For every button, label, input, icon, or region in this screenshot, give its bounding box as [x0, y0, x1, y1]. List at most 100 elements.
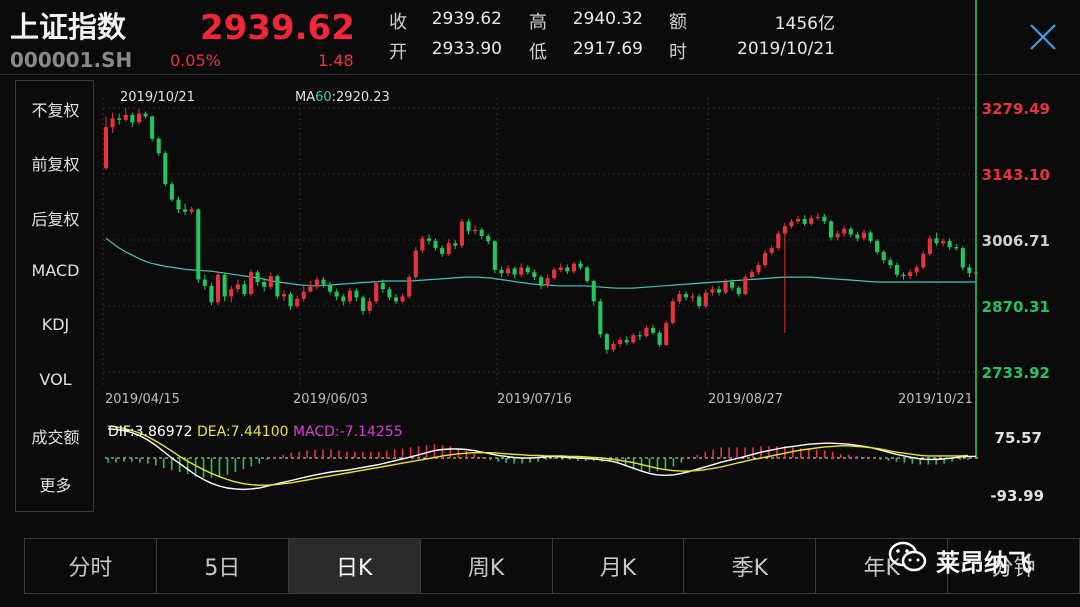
- candle-body: [756, 265, 761, 273]
- x-tick-label: 2019/08/27: [708, 392, 783, 407]
- candle-body: [440, 248, 445, 254]
- candle-body: [934, 238, 939, 244]
- candle-body: [578, 263, 583, 268]
- candle-body: [380, 282, 385, 290]
- candle-body: [868, 232, 873, 241]
- candle-body: [163, 153, 168, 185]
- candle-body: [222, 274, 227, 297]
- candle-body: [334, 291, 339, 297]
- candle-body: [400, 296, 405, 302]
- y-tick-label: 3143.10: [982, 166, 1050, 184]
- candle-body: [901, 274, 906, 277]
- candle-body: [585, 267, 590, 281]
- tab-daily-k[interactable]: 日K: [288, 539, 421, 593]
- candle-body: [908, 272, 913, 277]
- candle-body: [604, 334, 609, 350]
- candle-body: [130, 115, 135, 123]
- candle-body: [275, 276, 280, 297]
- candle-body: [262, 281, 267, 287]
- candle-body: [967, 267, 972, 274]
- candle-body: [947, 240, 952, 248]
- tab-weekly-k[interactable]: 周K: [421, 539, 553, 593]
- candle-body: [894, 265, 899, 275]
- candle-body: [393, 297, 399, 302]
- candle-body: [295, 298, 300, 307]
- candle-body: [321, 279, 326, 285]
- candle-body: [552, 269, 557, 279]
- candle-body: [690, 296, 695, 298]
- candle-body: [815, 216, 820, 219]
- candle-body: [782, 226, 787, 234]
- candle-body: [354, 290, 359, 298]
- candle-body: [571, 263, 576, 272]
- candle-body: [506, 268, 511, 274]
- wechat-icon: [888, 540, 928, 580]
- candle-body: [281, 294, 286, 297]
- candle-body: [769, 248, 774, 253]
- candle-body: [664, 323, 669, 345]
- candle-body: [624, 340, 629, 343]
- candle-body: [558, 267, 563, 270]
- candle-body: [123, 115, 128, 120]
- candle-body: [248, 272, 254, 295]
- candle-body: [413, 250, 418, 278]
- candle-body: [960, 248, 965, 268]
- candle-body: [308, 286, 313, 292]
- candle-body: [723, 281, 728, 293]
- candle-body: [143, 113, 148, 117]
- macd-y-tick-label: -93.99: [990, 487, 1044, 505]
- candle-body: [677, 294, 682, 302]
- candle-body: [453, 243, 458, 246]
- y-tick-label: 3279.49: [982, 100, 1050, 118]
- candle-body: [525, 267, 530, 273]
- candle-body: [565, 267, 570, 272]
- candle-body: [809, 218, 814, 224]
- x-tick-label: 2019/10/21: [898, 392, 973, 407]
- candle-body: [842, 228, 847, 234]
- candle-body: [538, 277, 544, 286]
- candle-body: [486, 235, 491, 242]
- tab-intraday[interactable]: 分时: [25, 539, 157, 593]
- candle-body: [473, 229, 478, 232]
- candle-body: [828, 221, 834, 238]
- candle-body: [176, 199, 181, 210]
- candle-body: [683, 294, 689, 298]
- top-left-date: 2019/10/21: [120, 90, 195, 105]
- tab-5day[interactable]: 5日: [157, 539, 289, 593]
- candle-body: [466, 221, 471, 232]
- candle-body: [716, 289, 721, 293]
- candle-body: [229, 289, 234, 297]
- candle-body: [314, 279, 319, 287]
- candle-body: [822, 216, 827, 222]
- candle-body: [670, 301, 675, 324]
- candle-body: [941, 240, 946, 244]
- candle-body: [657, 332, 662, 345]
- candle-body: [499, 269, 504, 274]
- candle-body: [631, 335, 636, 343]
- candle-body: [644, 327, 649, 337]
- candle-body: [433, 240, 438, 249]
- candle-body: [914, 267, 919, 273]
- candle-body: [196, 209, 201, 280]
- candle-body: [697, 296, 702, 307]
- candle-body: [117, 118, 122, 120]
- candle-body: [651, 327, 656, 333]
- candle-body: [861, 232, 866, 239]
- candle-body: [512, 268, 517, 275]
- tab-quarterly-k[interactable]: 季K: [684, 539, 817, 593]
- tab-monthly-k[interactable]: 月K: [553, 539, 685, 593]
- candle-body: [150, 116, 155, 139]
- kline-chart[interactable]: 3279.49 3143.10 3006.71 2870.31 2733.92 2019/…: [0, 0, 1080, 530]
- candle-body: [875, 240, 880, 252]
- candle-body: [268, 276, 273, 287]
- candle-body: [446, 243, 451, 254]
- x-tick-label: 2019/06/03: [293, 392, 368, 407]
- candle-body: [242, 284, 247, 295]
- candle-body: [618, 340, 623, 344]
- candle-body: [156, 138, 161, 154]
- watermark: 莱昂纳飞: [888, 538, 1032, 582]
- candle-body: [103, 127, 109, 169]
- candle-body: [743, 277, 748, 295]
- candle-body: [202, 279, 207, 286]
- candle-body: [209, 285, 214, 303]
